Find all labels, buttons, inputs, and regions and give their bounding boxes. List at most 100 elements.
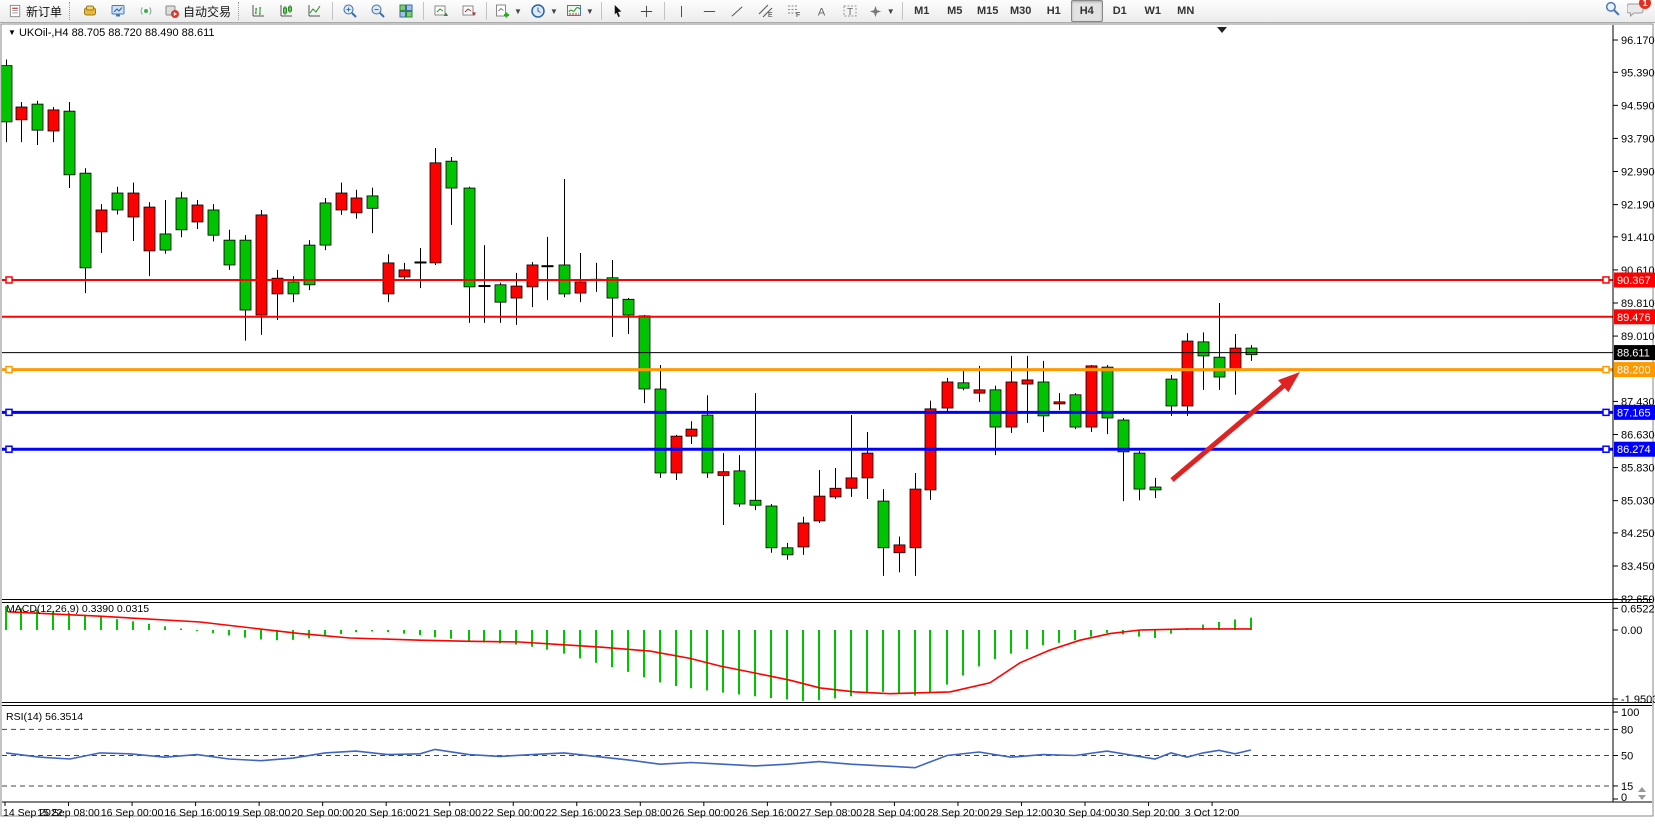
arrows-tool-button[interactable]: ▼ xyxy=(864,0,899,22)
candlestick xyxy=(1150,478,1161,498)
auto-arrange-button[interactable] xyxy=(427,0,455,22)
timeframe-button-M30[interactable]: M30 xyxy=(1005,0,1037,22)
rsi-line xyxy=(6,749,1251,767)
text-icon: A xyxy=(814,4,829,19)
timeframe-button-H1[interactable]: H1 xyxy=(1038,0,1070,22)
time-tick-label: 30 Sep 20:00 xyxy=(1117,807,1180,819)
chevron-down-icon: ▼ xyxy=(514,7,522,16)
rsi-name: RSI(14) xyxy=(6,711,42,723)
auto-trading-button[interactable]: 自动交易 xyxy=(160,0,235,22)
candlestick xyxy=(1134,451,1145,500)
arrows-star-icon xyxy=(868,4,883,19)
zoom-in-button[interactable] xyxy=(336,0,364,22)
chart-canvas[interactable]: 96.17095.39094.59093.79092.99092.19091.4… xyxy=(0,0,1655,825)
horizontal-line-tool-button[interactable] xyxy=(696,0,724,22)
candlestick xyxy=(128,183,139,241)
chart-shift-marker-icon[interactable] xyxy=(1217,27,1227,33)
level-line-handle[interactable] xyxy=(6,446,12,452)
time-tick-label: 26 Sep 00:00 xyxy=(673,807,736,819)
candlestick xyxy=(702,395,713,478)
candlestick xyxy=(655,365,666,478)
toolbar-separator xyxy=(902,2,903,20)
timeframe-button-H4[interactable]: H4 xyxy=(1071,0,1103,22)
bar-chart-icon xyxy=(251,3,267,19)
price-tick-label: 96.170 xyxy=(1621,35,1655,47)
toolbar-separator xyxy=(423,2,424,20)
text-label-icon: T xyxy=(842,3,858,19)
channel-tool-button[interactable]: E xyxy=(752,0,780,22)
level-line-handle[interactable] xyxy=(1603,409,1609,415)
candlestick xyxy=(734,455,745,507)
rsi-scale-label: 0 xyxy=(1621,792,1627,804)
candlestick xyxy=(16,102,27,142)
candlestick xyxy=(1038,361,1049,432)
axis-scale-grip-icon[interactable] xyxy=(1638,787,1646,800)
candlestick xyxy=(176,192,187,237)
level-line-handle[interactable] xyxy=(1603,277,1609,283)
scroll-to-end-button[interactable] xyxy=(455,0,483,22)
price-tag-label: 88.200 xyxy=(1617,365,1651,377)
timeframe-button-MN[interactable]: MN xyxy=(1170,0,1202,22)
level-line-handle[interactable] xyxy=(1603,367,1609,373)
timeframe-button-D1[interactable]: D1 xyxy=(1104,0,1136,22)
mt4-trading-app: 新订单 自动交易 xyxy=(0,0,1655,825)
macd-scale-label: 0.00 xyxy=(1621,625,1642,637)
signals-button[interactable] xyxy=(132,0,160,22)
toolbar-separator xyxy=(486,2,487,20)
new-chart-icon xyxy=(494,3,510,19)
candlestick xyxy=(686,421,697,444)
notifications-button[interactable]: 1 xyxy=(1627,1,1645,22)
text-tool-button[interactable]: A xyxy=(808,0,836,22)
candlestick xyxy=(336,183,347,215)
trendline-tool-button[interactable] xyxy=(724,0,752,22)
cursor-tool-button[interactable] xyxy=(605,0,633,22)
candlestick xyxy=(974,366,985,402)
new-chart-button[interactable]: ▼ xyxy=(490,0,526,22)
price-tick-label: 92.990 xyxy=(1621,167,1655,179)
vertical-line-tool-button[interactable] xyxy=(668,0,696,22)
candlestick xyxy=(383,254,394,302)
level-line-handle[interactable] xyxy=(6,409,12,415)
rsi-scale-label: 100 xyxy=(1621,707,1639,719)
text-label-tool-button[interactable]: T xyxy=(836,0,864,22)
chart-title: ▼ UKOil-,H4 88.705 88.720 88.490 88.611 xyxy=(8,27,215,39)
crosshair-tool-button[interactable] xyxy=(633,0,661,22)
timeframe-button-M15[interactable]: M15 xyxy=(972,0,1004,22)
candlestick-chart-button[interactable] xyxy=(273,0,301,22)
time-tick-label: 30 Sep 04:00 xyxy=(1054,807,1117,819)
tile-windows-button[interactable] xyxy=(392,0,420,22)
candlestick xyxy=(1,59,12,142)
timeframe-button-M1[interactable]: M1 xyxy=(906,0,938,22)
timeframe-button-W1[interactable]: W1 xyxy=(1137,0,1169,22)
fibonacci-tool-button[interactable]: F xyxy=(780,0,808,22)
zoom-out-button[interactable] xyxy=(364,0,392,22)
line-chart-button[interactable] xyxy=(301,0,329,22)
price-tag-label: 89.476 xyxy=(1617,312,1651,324)
candlestick xyxy=(1182,333,1193,416)
terminal-button[interactable] xyxy=(104,0,132,22)
candlestick xyxy=(304,240,315,290)
candlestick xyxy=(1118,418,1129,501)
zoom-out-icon xyxy=(370,3,386,19)
time-tick-label: 29 Sep 12:00 xyxy=(990,807,1053,819)
level-line-handle[interactable] xyxy=(1603,446,1609,452)
arrange-charts-a-icon xyxy=(433,3,449,19)
tile-windows-icon xyxy=(398,3,414,19)
period-button[interactable]: ▼ xyxy=(526,0,562,22)
search-icon[interactable] xyxy=(1604,0,1621,22)
candlestick xyxy=(814,470,825,523)
level-line-handle[interactable] xyxy=(6,277,12,283)
market-watch-button[interactable] xyxy=(76,0,104,22)
time-tick-label: 28 Sep 04:00 xyxy=(863,807,926,819)
chevron-down-icon: ▼ xyxy=(887,7,895,16)
level-line-handle[interactable] xyxy=(6,367,12,373)
toolbar-right: 1 xyxy=(1604,0,1651,22)
time-tick-label: 23 Sep 08:00 xyxy=(609,807,672,819)
bar-chart-button[interactable] xyxy=(245,0,273,22)
symbol-dropdown-icon[interactable]: ▼ xyxy=(8,28,16,37)
timeframe-button-M5[interactable]: M5 xyxy=(939,0,971,22)
template-button[interactable]: ▼ xyxy=(562,0,598,22)
new-order-button[interactable]: 新订单 xyxy=(4,0,66,22)
candlestick xyxy=(415,248,427,288)
macd-scale-label: 0.6522 xyxy=(1621,603,1655,615)
